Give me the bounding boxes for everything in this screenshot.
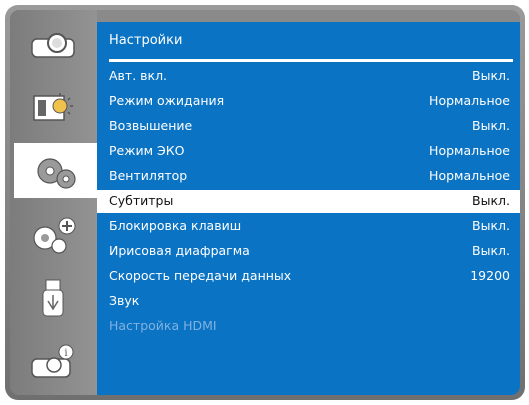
row-label: Скорость передачи данных (109, 268, 292, 283)
settings-gears-icon (36, 157, 76, 189)
svg-text:i: i (64, 348, 67, 359)
row-label: Вентилятор (109, 168, 188, 183)
row-value: Нормальное (429, 168, 510, 183)
menu-row-auto-power-on[interactable]: Авт. вкл. Выкл. (97, 65, 520, 88)
menu-row-altitude[interactable]: Возвышение Выкл. (97, 115, 520, 138)
row-value: Выкл. (472, 218, 510, 233)
menu-row-hdmi-setup: Настройка HDMI (97, 315, 520, 338)
menu-row-eco-mode[interactable]: Режим ЭКО Нормальное (97, 140, 520, 163)
row-value: Нормальное (429, 143, 510, 158)
usb-icon (42, 279, 64, 316)
info-icon: i (31, 344, 74, 378)
menu-row-sound[interactable]: Звук (97, 290, 520, 313)
sidebar-item-usb[interactable] (14, 271, 92, 326)
extended-settings-icon (33, 217, 76, 254)
menu-row-fan[interactable]: Вентилятор Нормальное (97, 165, 520, 188)
projector-icon (31, 32, 75, 58)
menu-row-iris[interactable]: Ирисовая диафрагма Выкл. (97, 240, 520, 263)
row-value: Выкл. (472, 193, 510, 208)
sidebar-item-extended[interactable] (14, 208, 92, 263)
menu-row-baud-rate[interactable]: Скорость передачи данных 19200 (97, 265, 520, 288)
menu-row-standby-mode[interactable]: Режим ожидания Нормальное (97, 90, 520, 113)
sidebar: i (10, 10, 97, 395)
row-label: Блокировка клавиш (109, 218, 242, 233)
row-value: Выкл. (472, 68, 510, 83)
menu-row-subtitles[interactable]: Субтитры Выкл. (97, 190, 520, 213)
panel-title: Настройки (109, 33, 513, 62)
row-label: Режим ожидания (109, 93, 225, 108)
row-value: 19200 (470, 268, 510, 283)
sidebar-item-info[interactable]: i (14, 335, 92, 390)
osd-menu: i Настройки Авт. вкл. Выкл. Режим ожидан… (10, 10, 520, 395)
row-label: Субтитры (109, 193, 174, 208)
settings-panel: Настройки Авт. вкл. Выкл. Режим ожидания… (97, 22, 520, 395)
osd-menu-frame: i Настройки Авт. вкл. Выкл. Режим ожидан… (5, 5, 525, 400)
row-label: Настройка HDMI (109, 318, 217, 333)
row-label: Звук (109, 293, 140, 308)
sidebar-item-picture[interactable] (14, 80, 92, 135)
sidebar-item-settings[interactable] (14, 143, 97, 198)
row-label: Возвышение (109, 118, 193, 133)
row-label: Ирисовая диафрагма (109, 243, 250, 258)
menu-row-key-lock[interactable]: Блокировка клавиш Выкл. (97, 215, 520, 238)
row-label: Авт. вкл. (109, 68, 168, 83)
row-value: Нормальное (429, 93, 510, 108)
row-value: Выкл. (472, 243, 510, 258)
picture-adjust-icon (33, 92, 73, 121)
sidebar-item-projector[interactable] (14, 16, 92, 71)
row-label: Режим ЭКО (109, 143, 185, 158)
row-value: Выкл. (472, 118, 510, 133)
